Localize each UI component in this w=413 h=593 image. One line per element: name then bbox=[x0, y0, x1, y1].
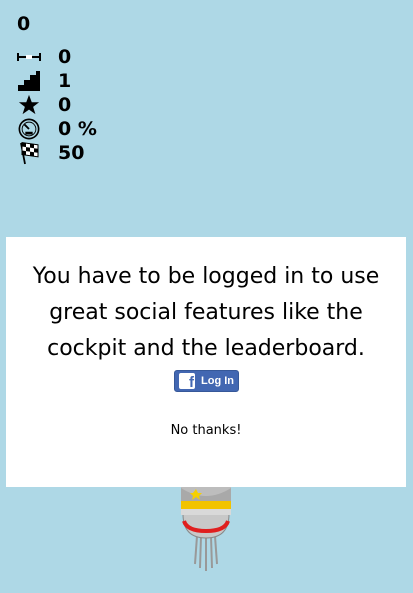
score-counter: 0 bbox=[17, 13, 31, 35]
stat-distance-value: 0 bbox=[58, 46, 72, 68]
facebook-login-button[interactable]: f Log In bbox=[174, 370, 239, 392]
distance-icon bbox=[17, 45, 41, 69]
stat-stars: 0 bbox=[17, 93, 97, 117]
no-thanks-link[interactable]: No thanks! bbox=[6, 423, 406, 438]
stats-panel: 0 1 0 0 % 50 bbox=[17, 45, 97, 165]
facebook-icon: f bbox=[179, 373, 195, 389]
facebook-login-label: Log In bbox=[201, 375, 234, 387]
stat-distance: 0 bbox=[17, 45, 97, 69]
stat-speed-value: 0 % bbox=[58, 118, 97, 140]
stat-stars-value: 0 bbox=[58, 94, 72, 116]
stat-goal-value: 50 bbox=[58, 142, 85, 164]
stairs-icon bbox=[17, 69, 41, 93]
speedometer-icon bbox=[17, 117, 41, 141]
stat-level-value: 1 bbox=[58, 70, 72, 92]
checkered-flag-icon bbox=[17, 141, 41, 165]
rocket-sprite bbox=[181, 476, 231, 571]
star-icon bbox=[17, 93, 41, 117]
login-prompt-message: You have to be logged in to use great so… bbox=[32, 264, 380, 361]
login-dialog: You have to be logged in to use great so… bbox=[6, 237, 406, 487]
stat-speed: 0 % bbox=[17, 117, 97, 141]
stat-level: 1 bbox=[17, 69, 97, 93]
stat-goal: 50 bbox=[17, 141, 97, 165]
